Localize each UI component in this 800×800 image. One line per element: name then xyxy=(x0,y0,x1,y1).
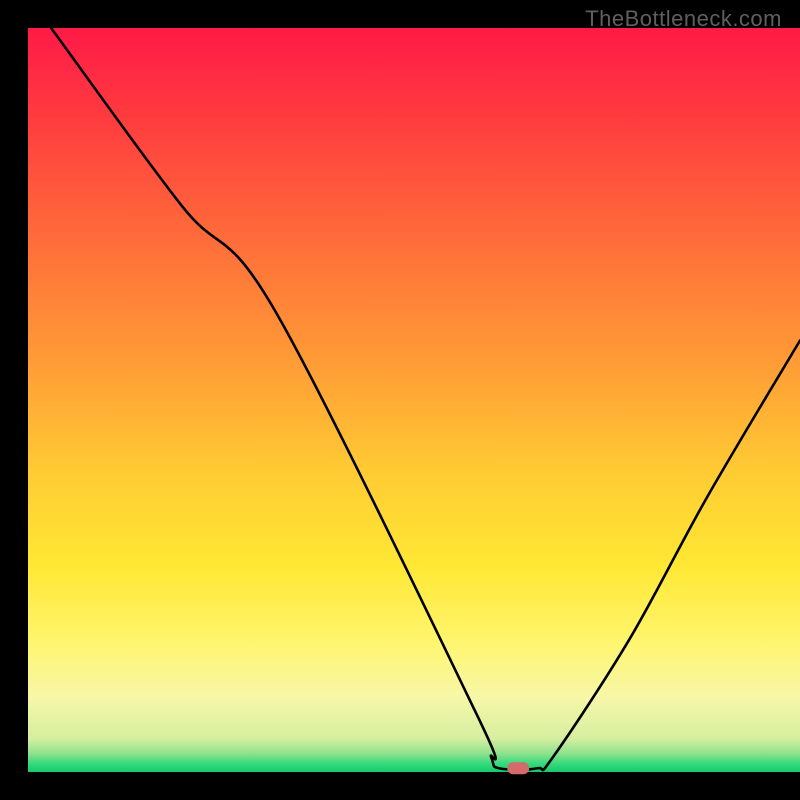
gradient-background xyxy=(28,28,800,772)
chart-frame: TheBottleneck.com xyxy=(0,0,800,800)
bottleneck-chart xyxy=(0,0,800,800)
watermark-label: TheBottleneck.com xyxy=(585,6,782,32)
optimum-marker xyxy=(507,762,529,774)
